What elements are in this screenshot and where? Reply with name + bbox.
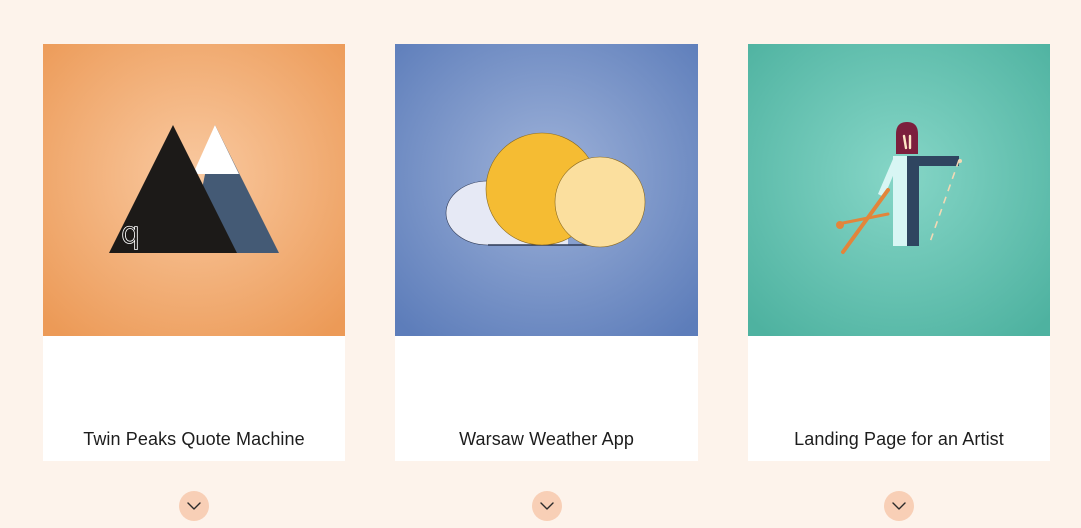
- expand-button[interactable]: [884, 491, 914, 521]
- project-thumbnail[interactable]: [748, 44, 1050, 336]
- projects-grid: q Twin Peaks Quote Machine Warsaw Weathe…: [0, 0, 1081, 528]
- project-title: Twin Peaks Quote Machine: [83, 429, 305, 449]
- expand-button[interactable]: [531, 491, 562, 521]
- artist-figure-icon: [748, 44, 1050, 336]
- project-thumbnail[interactable]: [395, 44, 698, 336]
- mountains-icon: q: [43, 44, 345, 336]
- project-title: Landing Page for an Artist: [794, 429, 1004, 449]
- expand-button[interactable]: [179, 491, 209, 521]
- sun-cloud-icon: [395, 44, 698, 336]
- project-card-twin-peaks[interactable]: q Twin Peaks Quote Machine: [43, 44, 345, 521]
- project-thumbnail[interactable]: q: [43, 44, 345, 336]
- project-title: Warsaw Weather App: [459, 429, 634, 449]
- chevron-down-icon: [187, 502, 201, 510]
- chevron-down-icon: [539, 502, 554, 510]
- project-card-artist-landing[interactable]: Landing Page for an Artist: [748, 44, 1050, 521]
- chevron-down-icon: [892, 502, 906, 510]
- project-card-warsaw-weather[interactable]: Warsaw Weather App: [395, 44, 698, 521]
- svg-text:q: q: [121, 216, 140, 251]
